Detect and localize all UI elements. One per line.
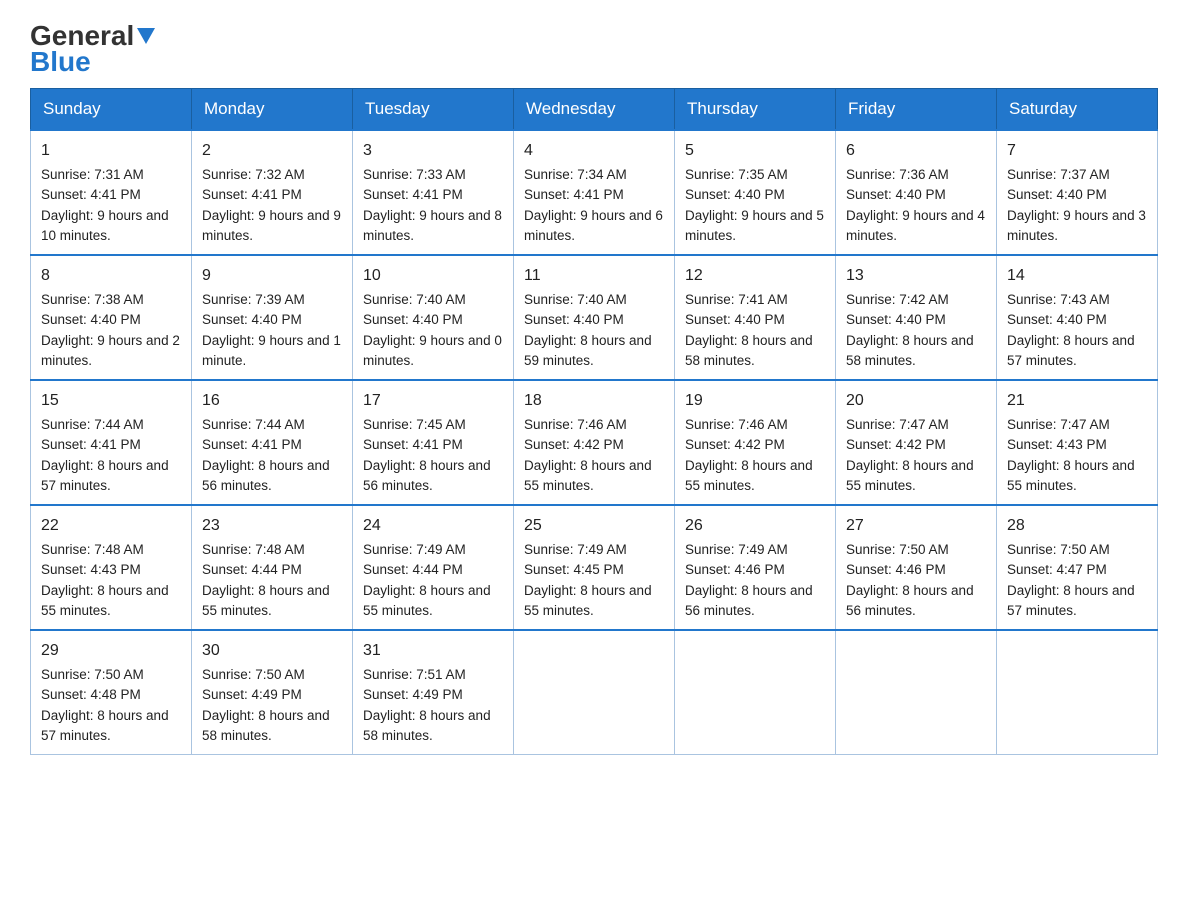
day-number: 21: [1007, 389, 1147, 413]
calendar-cell: 4Sunrise: 7:34 AMSunset: 4:41 PMDaylight…: [514, 130, 675, 255]
day-number: 12: [685, 264, 825, 288]
page-header: General Blue: [30, 20, 1158, 78]
calendar-week-row: 15Sunrise: 7:44 AMSunset: 4:41 PMDayligh…: [31, 380, 1158, 505]
calendar-cell: 23Sunrise: 7:48 AMSunset: 4:44 PMDayligh…: [192, 505, 353, 630]
calendar-cell: 17Sunrise: 7:45 AMSunset: 4:41 PMDayligh…: [353, 380, 514, 505]
day-number: 2: [202, 139, 342, 163]
day-number: 31: [363, 639, 503, 663]
calendar-week-row: 29Sunrise: 7:50 AMSunset: 4:48 PMDayligh…: [31, 630, 1158, 755]
day-number: 23: [202, 514, 342, 538]
calendar-cell: 29Sunrise: 7:50 AMSunset: 4:48 PMDayligh…: [31, 630, 192, 755]
day-number: 14: [1007, 264, 1147, 288]
day-number: 25: [524, 514, 664, 538]
day-number: 9: [202, 264, 342, 288]
calendar-table: SundayMondayTuesdayWednesdayThursdayFrid…: [30, 88, 1158, 755]
calendar-cell: [675, 630, 836, 755]
day-number: 26: [685, 514, 825, 538]
col-header-tuesday: Tuesday: [353, 89, 514, 131]
day-number: 8: [41, 264, 181, 288]
day-number: 1: [41, 139, 181, 163]
calendar-cell: 20Sunrise: 7:47 AMSunset: 4:42 PMDayligh…: [836, 380, 997, 505]
day-number: 24: [363, 514, 503, 538]
col-header-sunday: Sunday: [31, 89, 192, 131]
day-number: 15: [41, 389, 181, 413]
logo-blue-text: Blue: [30, 46, 91, 78]
day-number: 17: [363, 389, 503, 413]
calendar-cell: [836, 630, 997, 755]
calendar-cell: 11Sunrise: 7:40 AMSunset: 4:40 PMDayligh…: [514, 255, 675, 380]
day-number: 6: [846, 139, 986, 163]
day-number: 22: [41, 514, 181, 538]
calendar-cell: 25Sunrise: 7:49 AMSunset: 4:45 PMDayligh…: [514, 505, 675, 630]
day-number: 27: [846, 514, 986, 538]
day-number: 10: [363, 264, 503, 288]
calendar-cell: 3Sunrise: 7:33 AMSunset: 4:41 PMDaylight…: [353, 130, 514, 255]
calendar-cell: 21Sunrise: 7:47 AMSunset: 4:43 PMDayligh…: [997, 380, 1158, 505]
calendar-cell: 5Sunrise: 7:35 AMSunset: 4:40 PMDaylight…: [675, 130, 836, 255]
col-header-friday: Friday: [836, 89, 997, 131]
calendar-cell: 2Sunrise: 7:32 AMSunset: 4:41 PMDaylight…: [192, 130, 353, 255]
calendar-cell: 1Sunrise: 7:31 AMSunset: 4:41 PMDaylight…: [31, 130, 192, 255]
calendar-cell: [997, 630, 1158, 755]
calendar-cell: 27Sunrise: 7:50 AMSunset: 4:46 PMDayligh…: [836, 505, 997, 630]
col-header-wednesday: Wednesday: [514, 89, 675, 131]
day-number: 3: [363, 139, 503, 163]
day-number: 7: [1007, 139, 1147, 163]
calendar-cell: 30Sunrise: 7:50 AMSunset: 4:49 PMDayligh…: [192, 630, 353, 755]
calendar-week-row: 1Sunrise: 7:31 AMSunset: 4:41 PMDaylight…: [31, 130, 1158, 255]
col-header-thursday: Thursday: [675, 89, 836, 131]
day-number: 13: [846, 264, 986, 288]
day-number: 18: [524, 389, 664, 413]
calendar-cell: 9Sunrise: 7:39 AMSunset: 4:40 PMDaylight…: [192, 255, 353, 380]
day-number: 30: [202, 639, 342, 663]
calendar-cell: 15Sunrise: 7:44 AMSunset: 4:41 PMDayligh…: [31, 380, 192, 505]
calendar-cell: 31Sunrise: 7:51 AMSunset: 4:49 PMDayligh…: [353, 630, 514, 755]
calendar-cell: 14Sunrise: 7:43 AMSunset: 4:40 PMDayligh…: [997, 255, 1158, 380]
logo: General Blue: [30, 20, 155, 78]
day-number: 4: [524, 139, 664, 163]
day-number: 16: [202, 389, 342, 413]
day-number: 20: [846, 389, 986, 413]
col-header-saturday: Saturday: [997, 89, 1158, 131]
day-number: 5: [685, 139, 825, 163]
calendar-cell: 28Sunrise: 7:50 AMSunset: 4:47 PMDayligh…: [997, 505, 1158, 630]
calendar-cell: [514, 630, 675, 755]
calendar-cell: 10Sunrise: 7:40 AMSunset: 4:40 PMDayligh…: [353, 255, 514, 380]
calendar-cell: 24Sunrise: 7:49 AMSunset: 4:44 PMDayligh…: [353, 505, 514, 630]
calendar-cell: 22Sunrise: 7:48 AMSunset: 4:43 PMDayligh…: [31, 505, 192, 630]
calendar-cell: 12Sunrise: 7:41 AMSunset: 4:40 PMDayligh…: [675, 255, 836, 380]
calendar-cell: 26Sunrise: 7:49 AMSunset: 4:46 PMDayligh…: [675, 505, 836, 630]
calendar-cell: 8Sunrise: 7:38 AMSunset: 4:40 PMDaylight…: [31, 255, 192, 380]
day-number: 28: [1007, 514, 1147, 538]
calendar-header-row: SundayMondayTuesdayWednesdayThursdayFrid…: [31, 89, 1158, 131]
calendar-week-row: 22Sunrise: 7:48 AMSunset: 4:43 PMDayligh…: [31, 505, 1158, 630]
calendar-cell: 18Sunrise: 7:46 AMSunset: 4:42 PMDayligh…: [514, 380, 675, 505]
day-number: 19: [685, 389, 825, 413]
col-header-monday: Monday: [192, 89, 353, 131]
calendar-cell: 16Sunrise: 7:44 AMSunset: 4:41 PMDayligh…: [192, 380, 353, 505]
calendar-cell: 6Sunrise: 7:36 AMSunset: 4:40 PMDaylight…: [836, 130, 997, 255]
calendar-cell: 13Sunrise: 7:42 AMSunset: 4:40 PMDayligh…: [836, 255, 997, 380]
day-number: 11: [524, 264, 664, 288]
calendar-week-row: 8Sunrise: 7:38 AMSunset: 4:40 PMDaylight…: [31, 255, 1158, 380]
calendar-cell: 7Sunrise: 7:37 AMSunset: 4:40 PMDaylight…: [997, 130, 1158, 255]
day-number: 29: [41, 639, 181, 663]
calendar-cell: 19Sunrise: 7:46 AMSunset: 4:42 PMDayligh…: [675, 380, 836, 505]
logo-triangle-icon: [137, 28, 155, 49]
